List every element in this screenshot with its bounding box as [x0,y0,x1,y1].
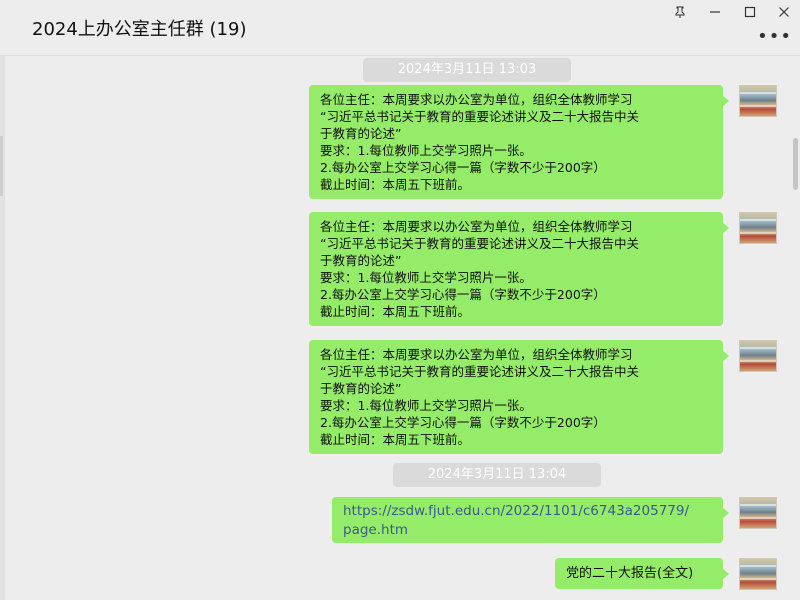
message-line: 2.每办公室上交学习心得一篇（字数不少于200字） [320,160,606,175]
message-line: 截止时间：本周五下班前。 [320,177,471,192]
message-line: “习近平总书记关于教育的重要论述讲义及二十大报告中关 [320,109,639,124]
message-line: 各位主任：本周要求以办公室为单位，组织全体教师学习 [320,347,633,362]
avatar[interactable] [739,340,777,372]
scroll-thumb[interactable] [793,138,798,190]
message-bubble[interactable]: 各位主任：本周要求以办公室为单位，组织全体教师学习 “习近平总书记关于教育的重要… [309,85,729,199]
avatar[interactable] [739,212,777,244]
chat-title: 2024上办公室主任群 (19) [32,19,247,40]
message-line: 要求：1.每位教师上交学习照片一张。 [320,398,532,413]
message-line: 各位主任：本周要求以办公室为单位，组织全体教师学习 [320,219,633,234]
message-bubble[interactable]: 各位主任：本周要求以办公室为单位，组织全体教师学习 “习近平总书记关于教育的重要… [309,340,729,454]
avatar[interactable] [739,497,777,529]
chat-header: 2024上办公室主任群 (19) ••• [0,0,800,56]
message-line: “习近平总书记关于教育的重要论述讲义及二十大报告中关 [320,364,639,379]
message-line: 截止时间：本周五下班前。 [320,304,471,319]
link-line[interactable]: page.htm [343,521,713,540]
message-bubble[interactable]: 各位主任：本周要求以办公室为单位，组织全体教师学习 “习近平总书记关于教育的重要… [309,212,729,326]
message-line: 于教育的论述” [320,253,402,268]
message-bubble[interactable]: 党的二十大报告(全文) [555,558,729,589]
link-message[interactable]: https://zsdw.fjut.edu.cn/2022/1101/c6743… [332,497,729,543]
timestamp: 2024年3月11日 13:03 [363,58,571,82]
close-icon[interactable] [773,2,795,22]
message-line: 要求：1.每位教师上交学习照片一张。 [320,270,532,285]
timestamp: 2024年3月11日 13:04 [393,463,601,487]
avatar[interactable] [739,85,777,117]
message-line: 截止时间：本周五下班前。 [320,432,471,447]
pin-icon[interactable] [669,2,691,22]
message-line: 于教育的论述” [320,381,402,396]
chat-scrollbar[interactable] [790,56,800,600]
message-line: “习近平总书记关于教育的重要论述讲义及二十大报告中关 [320,236,639,251]
message-line: 要求：1.每位教师上交学习照片一张。 [320,143,532,158]
message-text: 党的二十大报告(全文) [566,566,694,581]
message-line: 2.每办公室上交学习心得一篇（字数不少于200字） [320,287,606,302]
maximize-icon[interactable] [739,2,761,22]
message-line: 各位主任：本周要求以办公室为单位，组织全体教师学习 [320,92,633,107]
more-icon[interactable]: ••• [757,26,792,47]
link-line[interactable]: https://zsdw.fjut.edu.cn/2022/1101/c6743… [343,502,713,521]
minimize-icon[interactable] [704,2,726,22]
message-line: 2.每办公室上交学习心得一篇（字数不少于200字） [320,415,606,430]
chat-area[interactable]: 2024年3月11日 13:03 各位主任：本周要求以办公室为单位，组织全体教师… [5,56,790,600]
message-line: 于教育的论述” [320,126,402,141]
avatar[interactable] [739,558,777,590]
